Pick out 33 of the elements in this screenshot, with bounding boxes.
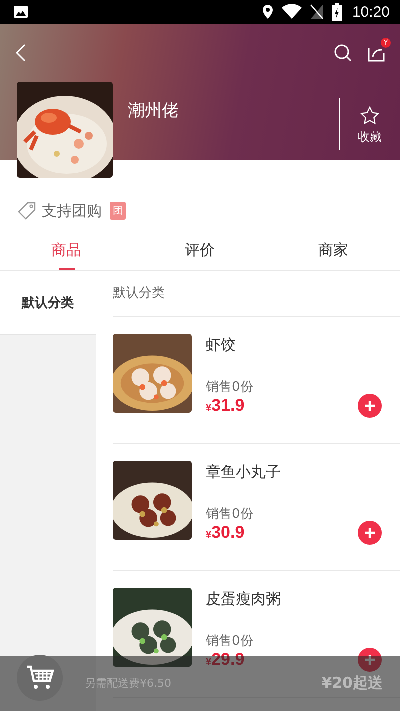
star-icon: [360, 106, 380, 126]
section-title: 默认分类: [113, 271, 400, 317]
store-name: 潮州佬: [128, 100, 179, 122]
favorite-button[interactable]: 收藏: [340, 106, 400, 146]
sales-count: 销售0份: [206, 633, 254, 650]
add-button[interactable]: [358, 394, 382, 418]
product-name: 虾饺: [206, 336, 237, 355]
minimum-order: ¥20起送: [322, 674, 383, 693]
group-buy-badge: 团: [110, 202, 126, 220]
sales-count: 销售0份: [206, 379, 254, 396]
tag-icon: [18, 202, 36, 220]
tab[interactable]: 商家: [266, 230, 400, 270]
sales-count: 销售0份: [206, 506, 254, 523]
battery-icon: [332, 3, 342, 21]
product-price: ¥31.9: [206, 396, 246, 416]
no-sim-icon: [310, 4, 324, 20]
add-button[interactable]: [358, 648, 382, 672]
add-button[interactable]: [358, 521, 382, 545]
search-icon[interactable]: [334, 44, 352, 62]
product-name: 章鱼小丸子: [206, 463, 281, 482]
category-item[interactable]: 默认分类: [0, 271, 96, 335]
product-price: ¥30.9: [206, 523, 246, 543]
wifi-icon: [282, 4, 302, 20]
product-price: ¥29.9: [206, 650, 246, 670]
location-icon: [262, 4, 274, 20]
back-icon[interactable]: [16, 44, 26, 62]
group-buy-label: 支持团购: [42, 202, 102, 220]
tab[interactable]: 评价: [133, 230, 267, 270]
product-name: 皮蛋瘦肉粥: [206, 590, 281, 609]
cart-icon: [26, 664, 54, 690]
tab[interactable]: 商品: [0, 230, 134, 270]
image-icon: [13, 4, 29, 20]
clock: 10:20: [352, 4, 390, 20]
